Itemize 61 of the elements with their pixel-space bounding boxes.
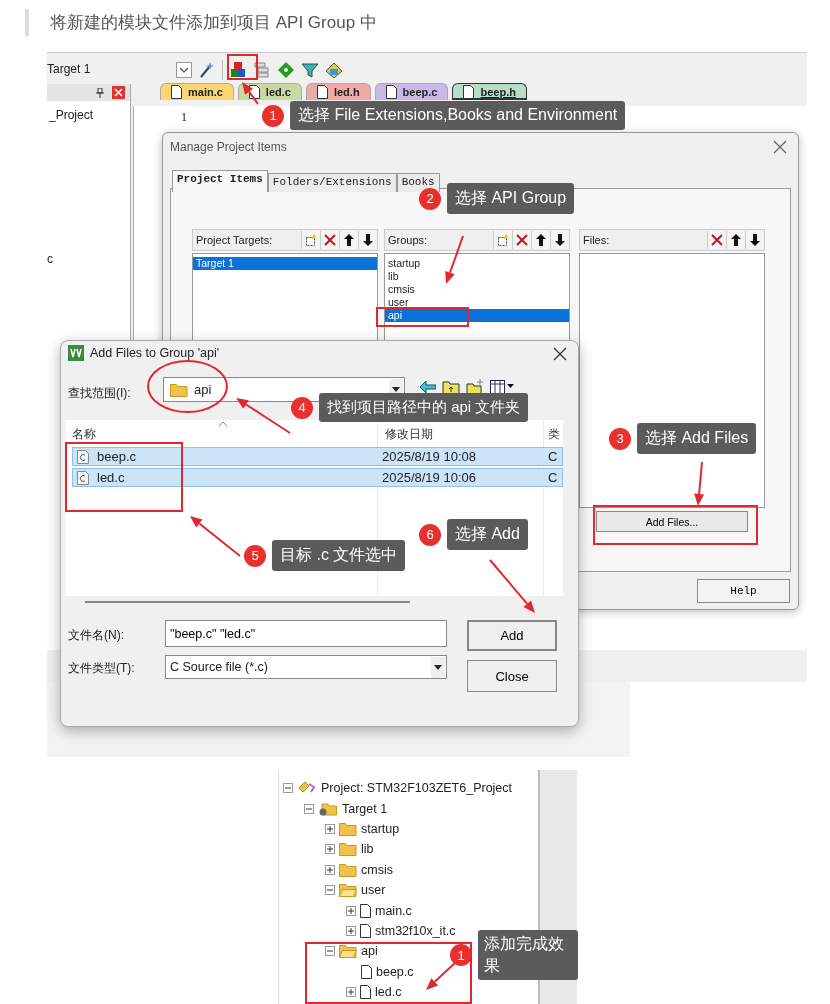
callout-tooltip: 目标 .c 文件选中 bbox=[272, 540, 406, 571]
tree-item[interactable]: startup bbox=[361, 821, 400, 836]
column-header[interactable]: 类 bbox=[548, 426, 560, 443]
tree-item[interactable]: stm32f10x_it.c bbox=[375, 923, 456, 938]
file-name: beep.c bbox=[97, 449, 137, 464]
dialog-tab[interactable]: Books bbox=[396, 173, 440, 192]
list-item[interactable]: user bbox=[385, 296, 569, 309]
file-row[interactable]: led.c 2025/8/19 10:06 C bbox=[72, 468, 563, 487]
dialog-tab[interactable]: Project Items bbox=[172, 170, 268, 192]
column-header[interactable]: 修改日期 bbox=[385, 426, 433, 443]
panel-title: Files: bbox=[583, 234, 610, 246]
dialog-button[interactable]: Close bbox=[467, 660, 557, 692]
editor-tab[interactable]: beep.h bbox=[452, 83, 527, 100]
callout-tooltip: 选择 Add bbox=[447, 519, 528, 550]
file-type-dropdown[interactable]: C Source file (*.c) bbox=[165, 655, 447, 679]
callout-tooltip: 选择 API Group bbox=[447, 183, 575, 214]
field-label: 文件类型(T): bbox=[68, 660, 135, 677]
editor-tab[interactable]: beep.c bbox=[374, 83, 449, 100]
callout-tooltip: 选择 File Extensions,Books and Environment bbox=[290, 101, 626, 130]
list-item[interactable]: cmsis bbox=[385, 283, 569, 296]
dialog-button[interactable]: Add bbox=[467, 620, 557, 651]
line-number: 1 bbox=[181, 110, 187, 125]
field-label: 查找范围(I): bbox=[68, 385, 131, 402]
file-name: led.c bbox=[97, 470, 125, 485]
filename-field[interactable]: "beep.c" "led.c" bbox=[165, 620, 447, 647]
panel-title: Project Targets: bbox=[196, 234, 273, 246]
modified-date: 2025/8/19 10:08 bbox=[382, 449, 477, 464]
field-label: 文件名(N): bbox=[68, 627, 124, 644]
pane-text: c bbox=[47, 252, 53, 266]
dialog-title: Add Files to Group 'api' bbox=[90, 346, 220, 360]
tree-item[interactable]: Target 1 bbox=[342, 801, 388, 816]
list-item[interactable]: lib bbox=[385, 270, 569, 283]
project-item[interactable]: _Project bbox=[49, 108, 94, 122]
help-button[interactable]: Help bbox=[697, 579, 790, 603]
column-header[interactable]: 名称 bbox=[72, 426, 96, 443]
editor-tab[interactable]: led.h bbox=[305, 83, 371, 100]
add-files-button[interactable]: Add Files... bbox=[596, 511, 748, 532]
dialog-title: Manage Project Items bbox=[170, 140, 287, 154]
tree-item[interactable]: lib bbox=[361, 842, 374, 857]
editor-tab[interactable]: main.c bbox=[160, 83, 234, 100]
panel-title: Groups: bbox=[388, 234, 428, 246]
callout-tooltip: 找到项目路径中的 api 文件夹 bbox=[319, 393, 529, 422]
list-item[interactable]: Target 1 bbox=[193, 257, 377, 270]
dialog-tab[interactable]: Folders/Extensions bbox=[267, 173, 397, 192]
file-row[interactable]: beep.c 2025/8/19 10:08 C bbox=[72, 447, 563, 466]
callout-tooltip: 选择 Add Files bbox=[637, 423, 757, 454]
tree-item[interactable]: main.c bbox=[375, 903, 412, 918]
list-item[interactable]: api bbox=[385, 309, 569, 322]
tree-item[interactable]: api bbox=[361, 944, 378, 959]
tree-item[interactable]: Project: STM32F103ZET6_Project bbox=[321, 781, 513, 796]
page-heading: 将新建的模块文件添加到项目 API Group 中 bbox=[50, 12, 377, 34]
callout-tooltip: 添加完成效果 bbox=[478, 930, 578, 980]
file-type: C bbox=[548, 470, 558, 485]
tree-item[interactable]: user bbox=[361, 883, 386, 898]
tree-item[interactable]: cmsis bbox=[361, 862, 393, 877]
file-type: C bbox=[548, 449, 558, 464]
tree-item[interactable]: beep.c bbox=[376, 964, 414, 979]
list-item[interactable]: startup bbox=[385, 257, 569, 270]
target-label: Target 1 bbox=[47, 62, 91, 76]
tree-item[interactable]: led.c bbox=[375, 985, 402, 1000]
modified-date: 2025/8/19 10:06 bbox=[382, 470, 477, 485]
